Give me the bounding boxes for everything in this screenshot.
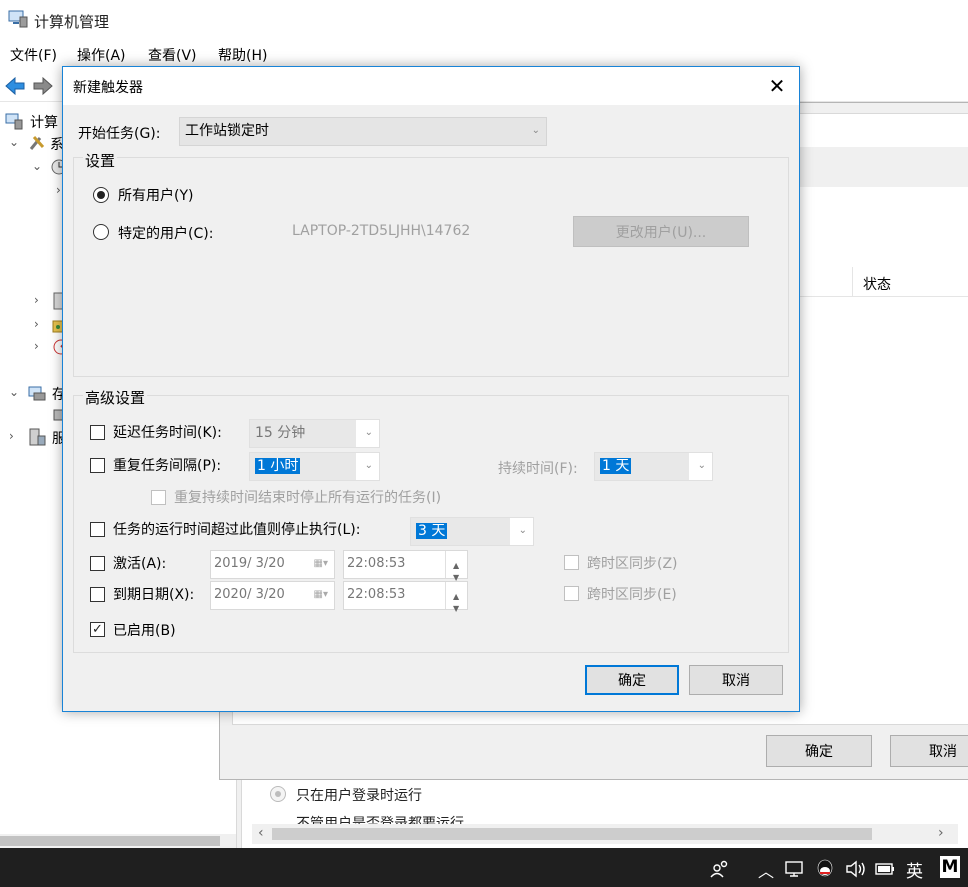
computer-icon bbox=[5, 113, 23, 130]
tree-item[interactable]: 计算 bbox=[0, 110, 70, 132]
forward-arrow-icon[interactable] bbox=[32, 76, 54, 96]
repeat-select[interactable]: 1 小时 ⌄ bbox=[249, 452, 380, 481]
specific-user-radio[interactable] bbox=[93, 224, 109, 240]
activate-sync-label: 跨时区同步(Z) bbox=[587, 556, 678, 572]
all-users-label: 所有用户(Y) bbox=[118, 188, 194, 204]
tree-item[interactable]: ⌄ 系 bbox=[0, 132, 70, 154]
ime-indicator[interactable]: 英 bbox=[906, 857, 923, 882]
specific-user-label: 特定的用户(C): bbox=[118, 226, 214, 242]
activate-time-picker[interactable]: 22:08:53 ▲ ▼ bbox=[343, 550, 468, 582]
dialog-title-bar: 新建触发器 ✕ bbox=[63, 67, 799, 105]
activate-date-picker[interactable]: 2019/ 3/20 ▦▾ bbox=[210, 550, 335, 579]
menu-help[interactable]: 帮助(H) bbox=[218, 45, 267, 65]
stop-if-longer-checkbox[interactable] bbox=[90, 522, 105, 537]
bg-window-title: 计算机管理 bbox=[34, 13, 110, 31]
tree-scroll-thumb[interactable] bbox=[0, 836, 220, 846]
tree-item[interactable]: ⌄ 存 bbox=[0, 382, 70, 404]
new-trigger-dialog: 新建触发器 ✕ 开始任务(G): 工作站锁定时 ⌄ 设置 所有用户(Y) 特定的… bbox=[62, 66, 800, 712]
expire-label: 到期日期(X): bbox=[113, 587, 195, 603]
begin-task-label: 开始任务(G): bbox=[78, 126, 161, 142]
time-spinner[interactable]: ▲ ▼ bbox=[445, 551, 467, 582]
tree-item[interactable]: › bbox=[0, 180, 70, 202]
dialog-title: 新建触发器 bbox=[73, 80, 143, 96]
begin-task-select[interactable]: 工作站锁定时 ⌄ bbox=[179, 117, 547, 146]
bottom-scroll-thumb[interactable] bbox=[272, 828, 872, 840]
scroll-right-icon[interactable]: › bbox=[938, 825, 944, 841]
chevron-up-icon[interactable]: ︿ bbox=[758, 858, 774, 882]
storage-icon bbox=[28, 386, 46, 401]
enabled-checkbox[interactable] bbox=[90, 622, 105, 637]
change-user-button[interactable]: 更改用户(U)... bbox=[573, 216, 749, 247]
expire-sync-label: 跨时区同步(E) bbox=[587, 587, 677, 603]
repeat-label: 重复任务间隔(P): bbox=[113, 458, 222, 474]
tree-item[interactable]: ⌄ bbox=[0, 156, 70, 178]
back-arrow-icon[interactable] bbox=[4, 76, 26, 96]
navigation-tree: 计算 ⌄ 系 ⌄ › › › › ⌄ 存 › 服 bbox=[0, 104, 70, 834]
column-separator bbox=[852, 267, 853, 297]
calendar-dropdown-icon[interactable]: ▦▾ bbox=[314, 551, 328, 577]
qq-icon[interactable] bbox=[815, 858, 835, 880]
advanced-group-title: 高级设置 bbox=[83, 387, 148, 408]
stop-at-end-label: 重复持续时间结束时停止所有运行的任务(I) bbox=[174, 490, 442, 506]
delay-select[interactable]: 15 分钟 ⌄ bbox=[249, 419, 380, 448]
services-icon bbox=[29, 428, 46, 446]
delay-label: 延迟任务时间(K): bbox=[113, 425, 222, 441]
activate-sync-checkbox[interactable] bbox=[564, 555, 579, 570]
tools-icon bbox=[29, 135, 45, 150]
props-cancel-button[interactable]: 取消 bbox=[890, 735, 968, 767]
time-spinner[interactable]: ▲ ▼ bbox=[445, 582, 467, 613]
expire-date-picker[interactable]: 2020/ 3/20 ▦▾ bbox=[210, 581, 335, 610]
close-button[interactable]: ✕ bbox=[763, 74, 791, 98]
tree-item[interactable]: › bbox=[0, 336, 70, 358]
expire-checkbox[interactable] bbox=[90, 587, 105, 602]
chevron-down-icon: ⌄ bbox=[364, 427, 373, 438]
column-status[interactable]: 状态 bbox=[863, 274, 891, 294]
chevron-down-icon: ⌄ bbox=[531, 125, 540, 136]
tree-item[interactable]: › bbox=[0, 290, 70, 312]
duration-label: 持续时间(F): bbox=[498, 461, 578, 477]
menu-action[interactable]: 操作(A) bbox=[77, 45, 126, 65]
enabled-label: 已启用(B) bbox=[113, 623, 176, 639]
tree-item[interactable]: › bbox=[0, 314, 70, 336]
expire-time-picker[interactable]: 22:08:53 ▲ ▼ bbox=[343, 581, 468, 613]
expire-sync-checkbox[interactable] bbox=[564, 586, 579, 601]
delay-checkbox[interactable] bbox=[90, 425, 105, 440]
chevron-down-icon: ⌄ bbox=[697, 460, 706, 471]
duration-select[interactable]: 1 天 ⌄ bbox=[594, 452, 713, 481]
m-app-icon[interactable]: M bbox=[940, 856, 960, 878]
props-ok-button[interactable]: 确定 bbox=[766, 735, 872, 767]
stop-at-end-checkbox[interactable] bbox=[151, 490, 166, 505]
stop-if-longer-select[interactable]: 3 天 ⌄ bbox=[410, 517, 534, 546]
menu-file[interactable]: 文件(F) bbox=[10, 45, 57, 65]
tree-item[interactable]: › 服 bbox=[0, 426, 70, 448]
ok-button[interactable]: 确定 bbox=[585, 665, 679, 695]
all-users-radio[interactable] bbox=[93, 187, 109, 203]
people-icon[interactable] bbox=[710, 860, 730, 878]
tree-item[interactable] bbox=[0, 404, 70, 426]
repeat-checkbox[interactable] bbox=[90, 458, 105, 473]
stop-if-longer-label: 任务的运行时间超过此值则停止执行(L): bbox=[113, 522, 361, 538]
volume-icon[interactable] bbox=[845, 860, 867, 878]
run-logged-on-label: 只在用户登录时运行 bbox=[296, 788, 422, 804]
activate-label: 激活(A): bbox=[113, 556, 167, 572]
spin-down-icon[interactable]: ▼ bbox=[453, 596, 459, 622]
chevron-down-icon: ⌄ bbox=[518, 525, 527, 536]
battery-icon[interactable] bbox=[874, 861, 896, 877]
settings-group-title: 设置 bbox=[83, 150, 118, 171]
bg-title-bar: 计算机管理 bbox=[0, 0, 968, 40]
chevron-down-icon: ⌄ bbox=[364, 460, 373, 471]
menu-bar: 文件(F) 操作(A) 查看(V) 帮助(H) bbox=[0, 42, 968, 68]
cancel-button[interactable]: 取消 bbox=[689, 665, 783, 695]
scroll-left-icon[interactable]: ‹ bbox=[258, 825, 264, 841]
network-icon[interactable] bbox=[784, 860, 806, 878]
activate-checkbox[interactable] bbox=[90, 556, 105, 571]
calendar-dropdown-icon[interactable]: ▦▾ bbox=[314, 582, 328, 608]
taskbar: ︿ 英 M bbox=[0, 848, 968, 887]
specific-user-value: LAPTOP-2TD5LJHH\14762 bbox=[292, 223, 471, 239]
run-logged-on-radio[interactable] bbox=[270, 786, 286, 802]
computer-management-icon bbox=[8, 10, 28, 28]
menu-view[interactable]: 查看(V) bbox=[148, 45, 197, 65]
